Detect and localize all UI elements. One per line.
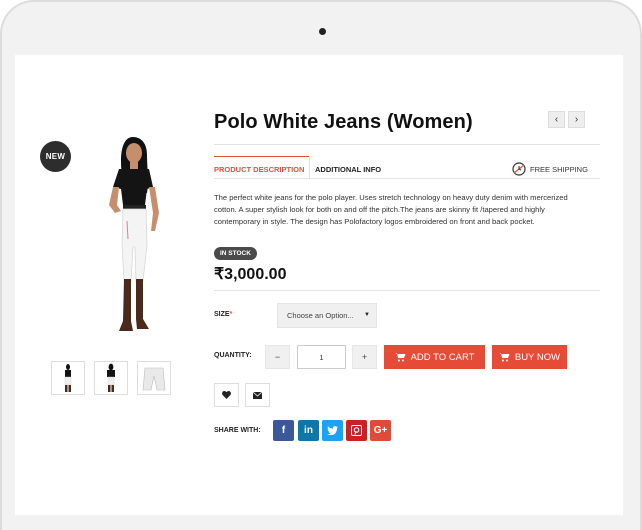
required-mark: * <box>229 311 233 318</box>
size-select-value: Choose an Option... <box>287 311 354 320</box>
new-badge: NEW <box>40 141 71 172</box>
thumbnail-back[interactable] <box>94 361 128 395</box>
thumbnail-detail[interactable] <box>137 361 171 395</box>
email-share-button[interactable] <box>245 383 270 407</box>
divider <box>214 290 600 291</box>
delivery-icon <box>512 162 526 176</box>
divider <box>214 178 600 179</box>
linkedin-share-button[interactable]: in <box>298 420 319 441</box>
size-select[interactable]: Choose an Option... ▼ <box>277 303 377 328</box>
prev-product-button[interactable]: ‹ <box>548 111 565 128</box>
quantity-input[interactable]: 1 <box>297 345 346 369</box>
next-product-button[interactable]: › <box>568 111 585 128</box>
size-label-text: SIZE <box>214 311 230 318</box>
cart-icon <box>498 353 510 362</box>
cart-icon <box>394 353 406 362</box>
buy-now-label: BUY NOW <box>514 351 561 363</box>
product-description: The perfect white jeans for the polo pla… <box>214 193 568 226</box>
twitter-share-button[interactable] <box>322 420 343 441</box>
divider <box>214 144 600 145</box>
heart-icon <box>222 391 231 399</box>
thumbnail-image <box>107 363 115 392</box>
tab-product-description[interactable]: PRODUCT DESCRIPTION <box>214 165 304 174</box>
buy-now-button[interactable]: BUY NOW <box>492 345 567 369</box>
product-page: NEW Polo White Jeans (Women) ‹ › PRODUCT… <box>15 55 623 515</box>
free-shipping: FREE SHIPPING <box>511 161 588 177</box>
pinterest-share-button[interactable] <box>346 420 367 441</box>
thumbnail-front[interactable] <box>51 361 85 395</box>
dropdown-arrow-icon: ▼ <box>364 312 370 318</box>
pinterest-icon <box>351 425 362 436</box>
quantity-increase-button[interactable]: + <box>352 345 377 369</box>
stock-status-badge: IN STOCK <box>214 247 257 260</box>
free-shipping-label: FREE SHIPPING <box>530 164 588 174</box>
envelope-icon <box>253 391 262 399</box>
googleplus-share-button[interactable]: G+ <box>370 420 391 441</box>
tab-additional-info[interactable]: ADDITIONAL INFO <box>315 165 381 174</box>
product-title: Polo White Jeans (Women) <box>214 111 473 133</box>
linkedin-icon: in <box>304 425 313 436</box>
size-label: SIZE* <box>214 311 232 318</box>
facebook-icon: f <box>281 425 286 436</box>
quantity-decrease-button[interactable]: − <box>265 345 290 369</box>
twitter-icon <box>327 426 338 435</box>
facebook-share-button[interactable]: f <box>273 420 294 441</box>
product-price: ₹3,000.00 <box>214 266 287 283</box>
tab-separator <box>309 156 310 178</box>
quantity-label: QUANTITY: <box>214 352 252 359</box>
thumbnail-image <box>142 367 166 391</box>
add-to-cart-button[interactable]: ADD TO CART <box>384 345 485 369</box>
wishlist-button[interactable] <box>214 383 239 407</box>
active-tab-indicator <box>214 156 309 157</box>
share-label: SHARE WITH: <box>214 427 261 434</box>
product-main-image[interactable] <box>95 135 175 345</box>
googleplus-icon: G+ <box>373 425 388 436</box>
thumbnail-image <box>64 364 72 392</box>
add-to-cart-label: ADD TO CART <box>410 351 475 363</box>
camera-dot <box>319 28 326 35</box>
